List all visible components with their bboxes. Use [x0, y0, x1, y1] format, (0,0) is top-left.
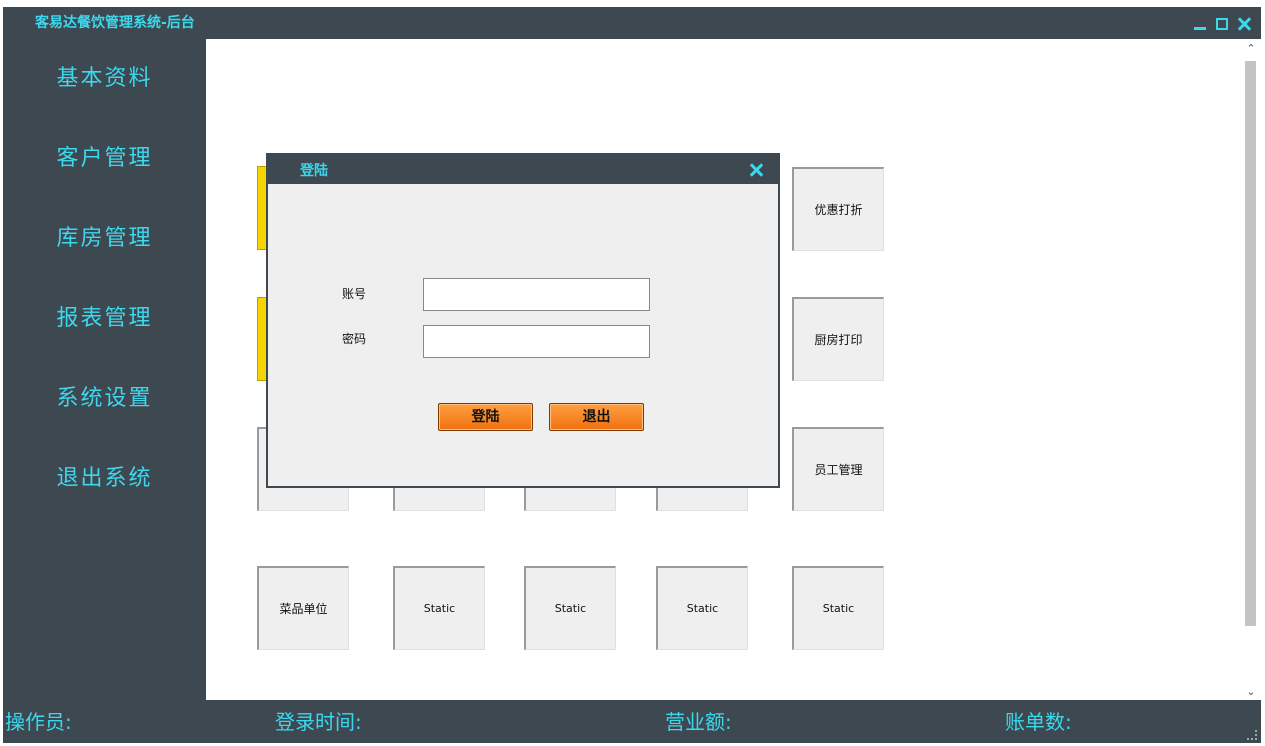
sidebar-item-report-management[interactable]: 报表管理 — [3, 299, 206, 339]
vertical-scrollbar[interactable]: ⌃ ⌄ — [1242, 39, 1261, 700]
tile-kitchen-print[interactable]: 厨房打印 — [792, 297, 884, 381]
tile-discount[interactable]: 优惠打折 — [792, 167, 884, 251]
tile-static[interactable]: Static — [792, 566, 884, 650]
sidebar-item-basic-info[interactable]: 基本资料 — [3, 59, 206, 99]
sidebar: 基本资料 客户管理 库房管理 报表管理 系统设置 退出系统 — [3, 39, 206, 700]
minimize-icon[interactable] — [1193, 17, 1207, 31]
maximize-icon[interactable] — [1215, 17, 1229, 31]
sidebar-item-exit-system[interactable]: 退出系统 — [3, 459, 206, 499]
exit-button[interactable]: 退出 — [549, 403, 644, 431]
password-label: 密码 — [342, 332, 367, 346]
operator-label: 操作员: — [5, 710, 72, 734]
window-controls — [1193, 17, 1251, 31]
scroll-thumb[interactable] — [1245, 61, 1256, 626]
title-bar[interactable]: 客易达餐饮管理系统-后台 — [3, 7, 1261, 39]
sidebar-item-customer-management[interactable]: 客户管理 — [3, 139, 206, 179]
login-dialog: 登陆 账号 密码 登陆 退出 — [266, 153, 780, 488]
revenue-label: 营业额: — [665, 710, 732, 734]
sidebar-item-warehouse-management[interactable]: 库房管理 — [3, 219, 206, 259]
tile-staff-management[interactable]: 员工管理 — [792, 427, 884, 511]
status-bar: 操作员: 登录时间: 营业额: 账单数: — [3, 700, 1261, 743]
app-title: 客易达餐饮管理系统-后台 — [35, 15, 195, 31]
tile-static[interactable]: Static — [656, 566, 748, 650]
tile-static[interactable]: Static — [393, 566, 485, 650]
account-input[interactable] — [423, 278, 650, 311]
sidebar-item-system-settings[interactable]: 系统设置 — [3, 379, 206, 419]
scroll-down-icon[interactable]: ⌄ — [1245, 686, 1257, 698]
close-icon[interactable] — [1237, 17, 1251, 31]
tile-dish-unit[interactable]: 菜品单位 — [257, 566, 349, 650]
dialog-title-bar[interactable]: 登陆 — [268, 155, 778, 184]
dialog-title: 登陆 — [300, 163, 328, 179]
bill-count-label: 账单数: — [1005, 710, 1072, 734]
resize-grip-icon[interactable] — [1247, 730, 1257, 740]
tile-static[interactable]: Static — [524, 566, 616, 650]
login-button[interactable]: 登陆 — [438, 403, 533, 431]
scroll-up-icon[interactable]: ⌃ — [1245, 43, 1257, 55]
login-time-label: 登录时间: — [275, 710, 362, 734]
dialog-close-icon[interactable] — [750, 163, 764, 177]
password-input[interactable] — [423, 325, 650, 358]
account-label: 账号 — [342, 287, 367, 301]
